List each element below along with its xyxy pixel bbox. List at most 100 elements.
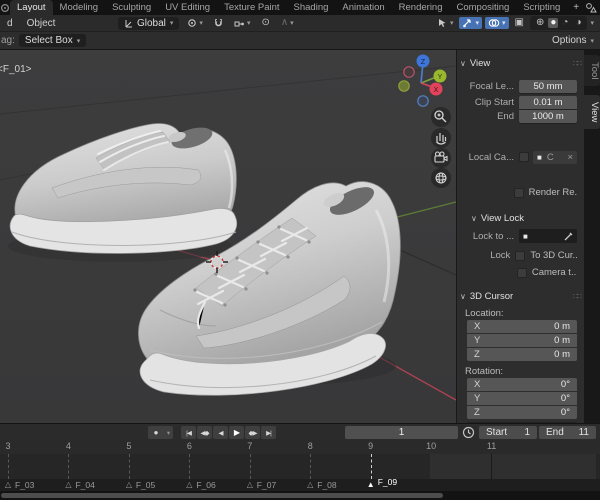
marker-icon-F_03[interactable]: △ <box>5 479 11 491</box>
select-tool-dropdown[interactable]: Select Box ▾ <box>18 34 87 47</box>
auto-keying-button[interactable]: ● <box>148 426 163 439</box>
snap-target-dropdown[interactable]: ▾ <box>184 17 206 29</box>
marker-label-F_09[interactable]: F_09 <box>378 476 397 488</box>
prev-keyframe-button[interactable]: ◀◆ <box>197 426 212 439</box>
marker-icon-F_04[interactable]: △ <box>65 479 71 491</box>
object-visibility-dropdown[interactable]: ▾ <box>434 17 457 29</box>
cursor-rotation-x[interactable]: X 0° <box>467 378 577 391</box>
marker-icon-F_05[interactable]: △ <box>126 479 132 491</box>
eyedropper-icon[interactable] <box>564 232 573 241</box>
cursor-location-y[interactable]: Y0 m <box>467 334 577 347</box>
marker-icon-F_06[interactable]: △ <box>186 479 192 491</box>
workspace-tab-shading[interactable]: Shading <box>287 0 336 15</box>
clear-icon[interactable]: × <box>567 152 573 163</box>
viewport-header: d Object Global ▾ ▾ ▾ ⊙ ∧ ▾ ▾ ▾ ▾ ▣ ⊕ ● … <box>0 15 600 32</box>
sidebar-tab-tool[interactable]: Tool <box>584 55 600 87</box>
panel-drag-dots-icon[interactable]: ∷∷ <box>573 292 582 301</box>
timeline-scrollbar-handle[interactable] <box>1 493 443 498</box>
render-region-checkbox[interactable] <box>513 187 524 198</box>
marker-label-F_03[interactable]: F_03 <box>15 479 34 491</box>
zoom-button[interactable] <box>431 107 451 127</box>
marker-icon-F_09[interactable]: ▲ <box>367 479 375 491</box>
workspace-tab-scripting[interactable]: Scripting <box>516 0 567 15</box>
timeline-track-area[interactable] <box>0 454 600 479</box>
magnet-icon <box>215 19 222 27</box>
menu-add[interactable]: d <box>0 18 20 29</box>
marker-label-F_07[interactable]: F_07 <box>257 479 276 491</box>
clip-end-field[interactable]: 1000 m <box>519 110 577 123</box>
cursor-location-x[interactable]: X0 m <box>467 320 577 333</box>
menu-object[interactable]: Object <box>20 18 63 29</box>
camera-view-button[interactable] <box>431 148 451 168</box>
ruler-tick-10: 10 <box>426 441 437 451</box>
sidebar-tab-view[interactable]: View <box>584 95 600 130</box>
cursor-location-z[interactable]: Z0 m <box>467 348 577 361</box>
gizmo-neg-z[interactable] <box>417 95 429 107</box>
marker-label-F_04[interactable]: F_04 <box>75 479 94 491</box>
proportional-falloff-dropdown[interactable]: ∧ ▾ <box>278 17 297 29</box>
ortho-toggle-button[interactable] <box>431 168 451 188</box>
options-dropdown[interactable]: Options ▾ <box>552 35 594 46</box>
clip-start-field[interactable]: 0.01 m <box>519 96 577 109</box>
keying-dropdown[interactable]: ▾ <box>163 426 173 439</box>
shading-dropdown[interactable]: ▾ <box>590 19 594 27</box>
play-reverse-button[interactable]: ◀ <box>213 426 228 439</box>
marker-line-F_07 <box>249 454 251 479</box>
cursor-rotation-y[interactable]: Y 0° <box>467 392 577 405</box>
lock-to-3d-cursor-checkbox[interactable] <box>515 250 526 261</box>
workspace-tab-compositing[interactable]: Compositing <box>450 0 517 15</box>
play-button[interactable]: ▶ <box>229 426 244 439</box>
show-gizmo-toggle[interactable]: ▾ <box>459 17 482 29</box>
shading-material-button[interactable]: ◔ <box>559 17 571 29</box>
local-camera-checkbox[interactable] <box>519 152 529 162</box>
chevron-down-icon: ▾ <box>199 20 203 27</box>
panel-3d-cursor-header[interactable]: ∨ 3D Cursor ∷∷ <box>460 289 582 303</box>
gizmo-neg-x[interactable] <box>403 66 415 78</box>
camera-to-view-checkbox[interactable] <box>516 267 527 278</box>
frame-start-field[interactable]: Start 1 <box>479 426 537 439</box>
pan-button[interactable] <box>431 128 451 148</box>
jump-to-start-button[interactable]: |◀ <box>181 426 196 439</box>
marker-label-F_06[interactable]: F_06 <box>196 479 215 491</box>
marker-label-F_08[interactable]: F_08 <box>317 479 336 491</box>
workspace-tab-layout[interactable]: Layout <box>10 0 53 15</box>
workspace-tab-texture-paint[interactable]: Texture Paint <box>217 0 286 15</box>
3d-viewport[interactable]: <F_01> Z Y X <box>0 50 456 423</box>
shading-rendered-button[interactable]: ◑ <box>572 17 584 29</box>
next-keyframe-button[interactable]: ◆▶ <box>245 426 260 439</box>
shading-wireframe-button[interactable]: ⊕ <box>533 17 547 29</box>
toggle-xray[interactable]: ▣ <box>512 17 527 29</box>
workspace-tab-animation[interactable]: Animation <box>335 0 391 15</box>
snap-with-dropdown[interactable]: ▾ <box>231 18 254 29</box>
proportional-editing-toggle[interactable]: ⊙ <box>258 17 272 29</box>
blender-logo-icon[interactable] <box>0 0 10 15</box>
marker-icon-F_07[interactable]: △ <box>247 479 253 491</box>
lock-to-object-field[interactable]: ■ <box>519 229 577 243</box>
timeline-marker-row[interactable]: △ F_03 △ F_04 △ F_05 △ F_06 △ F_07 △ F_08 ▲ F_09 <box>0 476 600 491</box>
workspace-tab-rendering[interactable]: Rendering <box>392 0 450 15</box>
gizmo-neg-y[interactable] <box>398 80 410 92</box>
panel-drag-dots-icon[interactable]: ∷∷ <box>573 59 582 68</box>
snap-toggle[interactable] <box>211 17 226 29</box>
transform-orientation-dropdown[interactable]: Global ▾ <box>118 16 180 30</box>
marker-icon-F_08[interactable]: △ <box>307 479 313 491</box>
shading-solid-button[interactable]: ● <box>548 18 559 28</box>
scene-selector[interactable]: ▾ Scene <box>585 0 600 15</box>
marker-line-F_05 <box>128 454 130 479</box>
timeline-ruler[interactable]: 3 4 5 6 7 8 9 10 11 <box>0 440 600 454</box>
cursor-rotation-z[interactable]: Z 0° <box>467 406 577 419</box>
workspace-tab-modeling[interactable]: Modeling <box>53 0 106 15</box>
jump-to-end-button[interactable]: ▶| <box>261 426 276 439</box>
panel-view-header[interactable]: ∨ View ∷∷ <box>460 56 582 70</box>
show-overlays-toggle[interactable]: ▾ <box>484 17 509 29</box>
marker-label-F_05[interactable]: F_05 <box>136 479 155 491</box>
workspace-tab-sculpting[interactable]: Sculpting <box>105 0 158 15</box>
frame-end-field[interactable]: End 11 <box>539 426 596 439</box>
timeline-scrollbar[interactable] <box>0 491 600 500</box>
workspace-tab-uv-editing[interactable]: UV Editing <box>158 0 217 15</box>
local-camera-field[interactable]: ■ C × <box>533 150 577 164</box>
panel-view-lock-header[interactable]: ∨ View Lock <box>471 211 581 225</box>
current-frame-field[interactable]: 1 <box>345 426 458 439</box>
focal-length-field[interactable]: 50 mm <box>519 80 577 93</box>
add-workspace-button[interactable]: + <box>567 0 585 15</box>
